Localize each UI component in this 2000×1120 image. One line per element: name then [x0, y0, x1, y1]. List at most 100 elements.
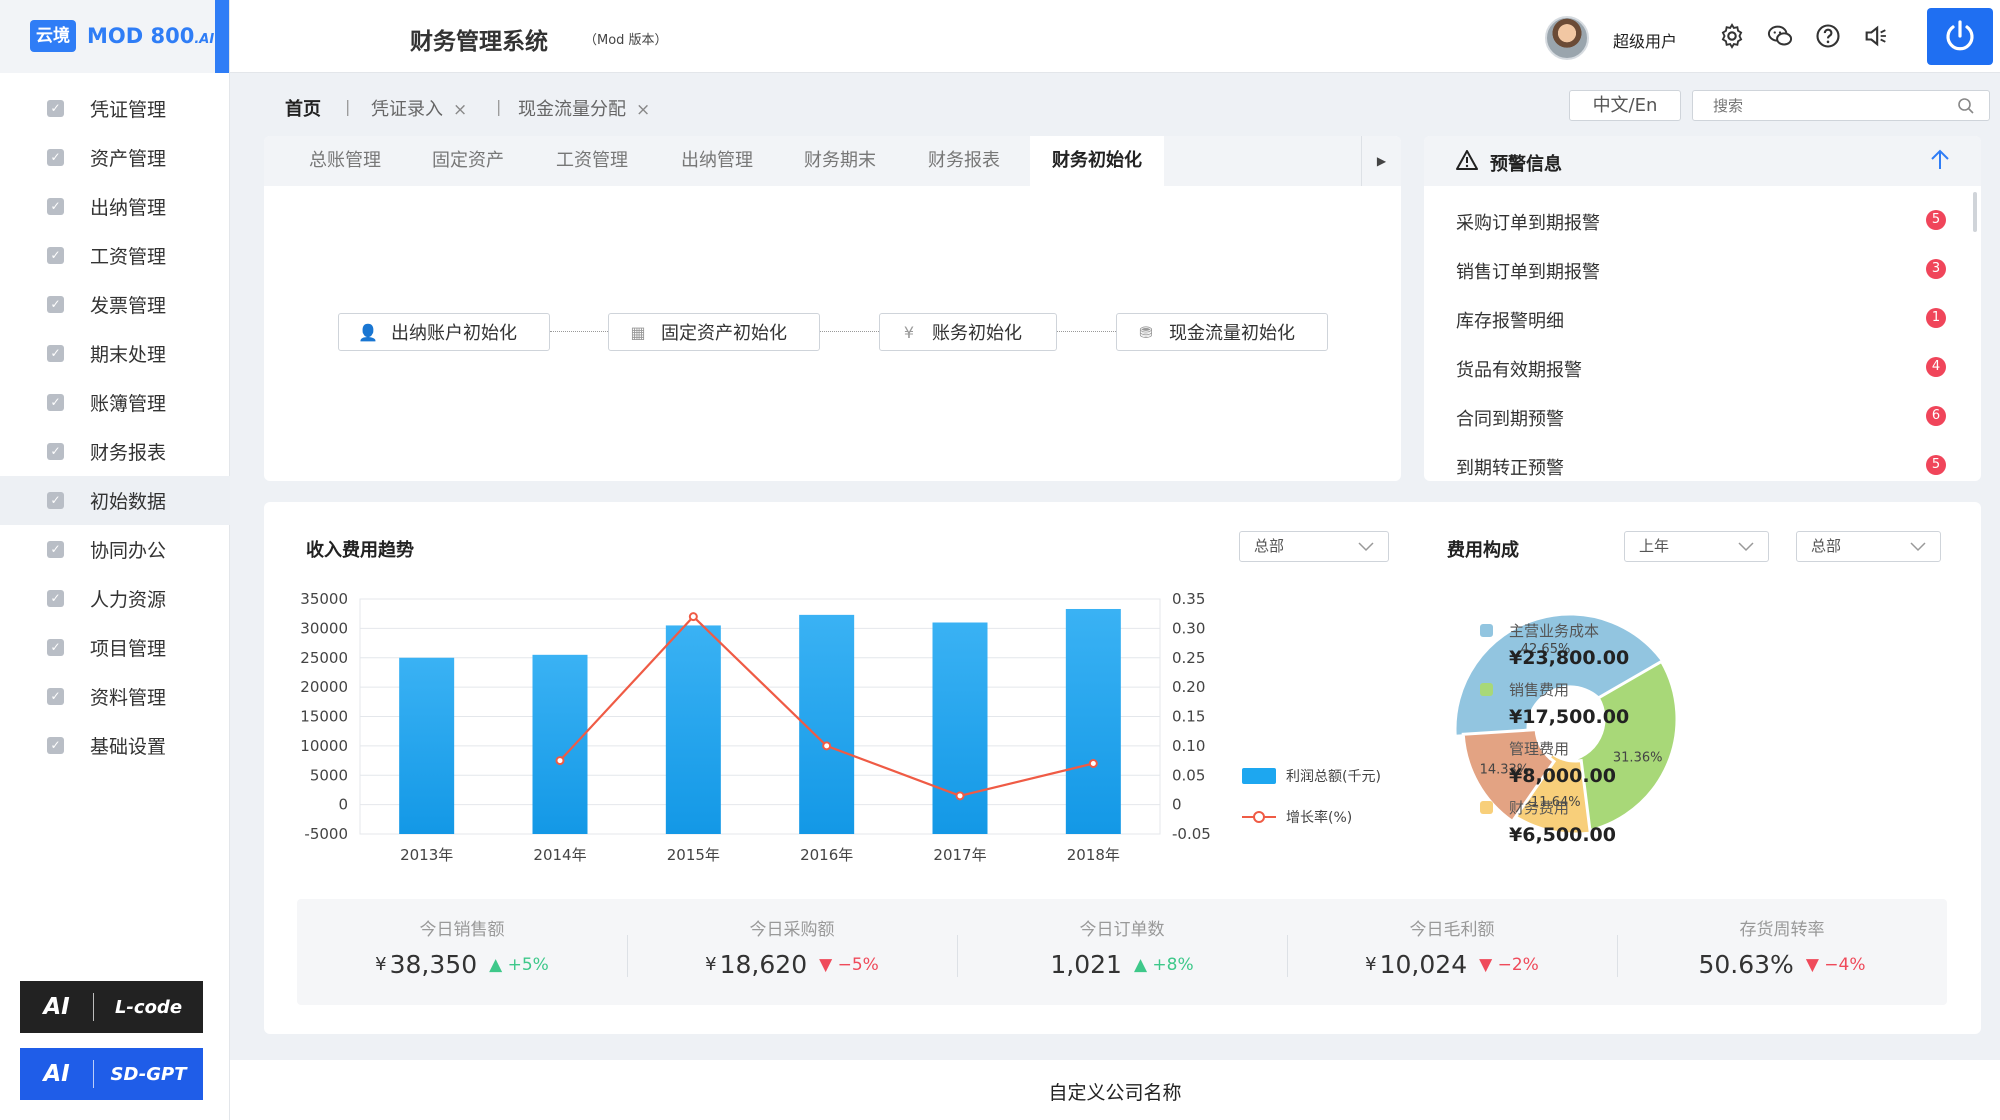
module-tab[interactable]: 总账管理	[309, 136, 381, 186]
sidebar-item[interactable]: ✓ 工资管理	[0, 231, 230, 280]
module-tab[interactable]: 财务期末	[804, 136, 876, 186]
kpi-change: +5%	[507, 954, 549, 975]
bar[interactable]	[799, 614, 855, 834]
sidebar-item[interactable]: ✓ 出纳管理	[0, 182, 230, 231]
checkbox-icon: ✓	[47, 737, 64, 754]
kpi-change: −4%	[1824, 954, 1866, 975]
warning-item[interactable]: 货品有效期报警 4	[1456, 356, 1946, 382]
init-step-button[interactable]: ¥ 账务初始化	[879, 313, 1057, 351]
cost-period-select[interactable]: 上年	[1624, 531, 1769, 562]
kpi-item: 今日毛利额 ¥10,024 ▼ −2%	[1287, 899, 1617, 1005]
growth-point[interactable]	[1088, 759, 1098, 768]
checkbox-icon: ✓	[47, 590, 64, 607]
close-icon[interactable]: ×	[636, 100, 650, 120]
app-subtitle: （Mod 版本）	[584, 33, 668, 48]
bar[interactable]	[665, 625, 721, 834]
module-tab[interactable]: 出纳管理	[681, 136, 753, 186]
wechat-icon[interactable]	[1766, 22, 1794, 50]
help-icon[interactable]	[1814, 22, 1842, 50]
growth-point[interactable]	[555, 756, 565, 766]
tabs-scroll-right-icon[interactable]: ▶	[1361, 136, 1401, 186]
kpi-value: 18,620	[719, 950, 808, 979]
legend-growth[interactable]: 增长率(%)	[1242, 807, 1352, 827]
warning-item[interactable]: 销售订单到期报警 3	[1456, 258, 1946, 284]
sidebar-item[interactable]: ✓ 财务报表	[0, 427, 230, 476]
close-icon[interactable]: ×	[453, 100, 467, 120]
tab-label: 现金流量分配	[518, 99, 626, 120]
growth-point[interactable]	[955, 791, 965, 801]
avatar[interactable]	[1545, 16, 1589, 60]
kpi-value: 38,350	[389, 950, 478, 979]
sidebar-item[interactable]: ✓ 基础设置	[0, 721, 230, 770]
sidebar-item-label: 财务报表	[90, 442, 167, 464]
ai-lcode-button[interactable]: AI L-code	[20, 981, 203, 1033]
init-step-button[interactable]: ⛃ 现金流量初始化	[1116, 313, 1328, 351]
scrollbar[interactable]	[1973, 192, 1977, 232]
kpi-value: 10,024	[1379, 950, 1468, 979]
bar[interactable]	[932, 622, 988, 835]
module-tab[interactable]: 固定资产	[432, 136, 504, 186]
bar[interactable]	[1065, 608, 1121, 834]
tab-home[interactable]: 首页	[285, 95, 321, 121]
bar[interactable]	[532, 654, 588, 834]
trend-org-select[interactable]: 总部	[1239, 531, 1389, 562]
init-step-button[interactable]: 👤 出纳账户初始化	[338, 313, 550, 351]
growth-point[interactable]	[822, 741, 832, 751]
sidebar-item[interactable]: ✓ 发票管理	[0, 280, 230, 329]
arrow-up-icon[interactable]	[1929, 148, 1951, 172]
sidebar-item[interactable]: ✓ 期末处理	[0, 329, 230, 378]
sidebar-item[interactable]: ✓ 资产管理	[0, 133, 230, 182]
sidebar-item[interactable]: ✓ 项目管理	[0, 623, 230, 672]
y-left-tick: -5000	[304, 825, 348, 843]
kpi-value-row: ¥38,350 ▲ +5%	[297, 950, 627, 979]
username[interactable]: 超级用户	[1613, 28, 1677, 52]
sidebar-item[interactable]: ✓ 凭证管理	[0, 84, 230, 133]
module-tab[interactable]: 工资管理	[556, 136, 628, 186]
tab-separator: |	[345, 97, 351, 116]
ai-sdgpt-button[interactable]: AI SD-GPT	[20, 1048, 203, 1100]
pie-legend-name-row: 销售费用	[1480, 679, 1629, 700]
sidebar-item[interactable]: ✓ 资料管理	[0, 672, 230, 721]
pie-legend-value: ¥8,000.00	[1509, 765, 1616, 787]
warning-item[interactable]: 采购订单到期报警 5	[1456, 209, 1946, 235]
sidebar-item[interactable]: ✓ 人力资源	[0, 574, 230, 623]
warning-item[interactable]: 到期转正预警 5	[1456, 454, 1946, 480]
warning-item[interactable]: 合同到期预警 6	[1456, 405, 1946, 431]
legend-profit[interactable]: 利润总额(千元)	[1242, 766, 1381, 786]
footer: 自定义公司名称	[230, 1060, 2000, 1120]
language-toggle[interactable]: 中文/En	[1569, 90, 1681, 121]
sidebar-item[interactable]: ✓ 账簿管理	[0, 378, 230, 427]
module-tab[interactable]: 财务报表	[928, 136, 1000, 186]
kpi-label: 今日毛利额	[1409, 920, 1495, 940]
init-step-button[interactable]: ▦ 固定资产初始化	[608, 313, 820, 351]
y-left-tick: 15000	[300, 708, 348, 726]
checkbox-icon: ✓	[47, 394, 64, 411]
search-input[interactable]	[1713, 91, 1953, 120]
kpi-change: −2%	[1497, 954, 1539, 975]
pie-legend-item[interactable]: 财务费用 ¥6,500.00	[1480, 797, 1616, 846]
module-tab[interactable]: 财务初始化	[1030, 136, 1164, 186]
chevron-down-icon	[1910, 542, 1926, 552]
gear-icon[interactable]	[1718, 22, 1746, 50]
pie-legend-item[interactable]: 销售费用 ¥17,500.00	[1480, 679, 1629, 728]
pie-legend-item[interactable]: 主营业务成本 ¥23,800.00	[1480, 620, 1629, 669]
bar[interactable]	[399, 657, 455, 834]
kpi-change: +8%	[1152, 954, 1194, 975]
sidebar-item[interactable]: ✓ 初始数据	[0, 476, 230, 525]
search-icon[interactable]	[1957, 97, 1975, 115]
cost-org-select[interactable]: 总部	[1796, 531, 1941, 562]
x-tick: 2016年	[800, 846, 853, 864]
kpi-item: 今日销售额 ¥38,350 ▲ +5%	[297, 899, 627, 1005]
tab-voucher-entry[interactable]: 凭证录入 ×	[371, 95, 467, 121]
tab-cashflow-allocation[interactable]: 现金流量分配 ×	[518, 95, 650, 121]
logo-text: MOD 800.AI	[87, 20, 214, 56]
logo[interactable]: 云境 MOD 800.AI	[0, 0, 229, 73]
warning-label: 货品有效期报警	[1456, 360, 1582, 381]
sidebar-item[interactable]: ✓ 协同办公	[0, 525, 230, 574]
growth-point[interactable]	[688, 612, 698, 622]
count-badge: 4	[1926, 357, 1946, 377]
pie-legend-item[interactable]: 管理费用 ¥8,000.00	[1480, 738, 1616, 787]
power-button[interactable]	[1927, 8, 1993, 65]
speaker-icon[interactable]	[1862, 22, 1890, 50]
warning-item[interactable]: 库存报警明细 1	[1456, 307, 1946, 333]
